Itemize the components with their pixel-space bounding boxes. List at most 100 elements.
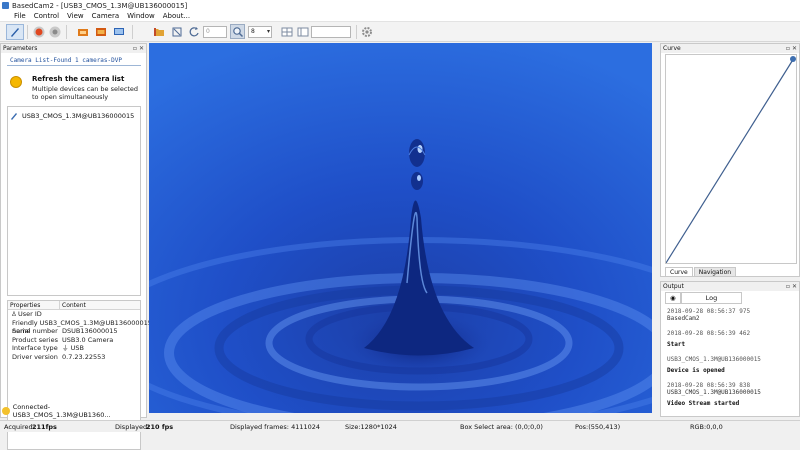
tab-curve[interactable]: Curve	[665, 267, 693, 277]
prop-value-text: USB	[70, 344, 84, 352]
tab-navigation[interactable]: Navigation	[693, 267, 737, 277]
table-row: Driver version 0.7.23.22553	[8, 353, 140, 362]
tab-log[interactable]: Log	[680, 292, 743, 304]
prop-key: Driver version	[12, 352, 58, 361]
table-row: Interface type ⏚ USB	[8, 344, 140, 353]
refresh-warning-icon	[10, 76, 22, 88]
user-icon: ♙	[11, 310, 17, 318]
status-bar: Acquired: 211fps Displayed: 210 fps Disp…	[0, 420, 800, 432]
folder-icon[interactable]	[152, 25, 165, 38]
video-icon[interactable]	[94, 25, 107, 38]
properties-header: Properties Content	[8, 301, 140, 310]
menu-control[interactable]: Control	[30, 12, 63, 20]
close-icon[interactable]: ✕	[139, 44, 144, 53]
input-box[interactable]	[311, 26, 351, 38]
prop-value: USB3.0 Camera	[62, 335, 114, 344]
acquired-value: 211fps	[32, 423, 57, 431]
restore-icon[interactable]: ▫	[133, 44, 137, 53]
connection-status: Connected-USB3_CMOS_1.3M@UB1360...	[2, 403, 144, 419]
refresh-title: Refresh the camera list	[32, 75, 125, 83]
log-message: Start	[667, 341, 686, 348]
prop-value: ⏚ USB	[60, 344, 84, 353]
usb-icon: ⏚	[62, 344, 71, 352]
record-icon[interactable]	[32, 25, 45, 38]
zoom-combo[interactable]: 8 ▾	[248, 26, 272, 38]
restore-icon[interactable]: ▫	[786, 282, 790, 291]
prop-value	[60, 310, 62, 319]
output-log: 2018-09-28 08:56:37 975 BasedCam2 2018-0…	[665, 306, 797, 414]
curve-graph[interactable]	[665, 54, 797, 264]
connected-icon	[2, 407, 10, 415]
displayed-frames: Displayed frames: 4111024	[230, 423, 321, 431]
table-row: Friendly name USB3_CMOS_1.3M@UB136000015	[8, 318, 152, 336]
prop-value: 0.7.23.22553	[62, 352, 106, 361]
zoom-icon[interactable]	[230, 24, 245, 39]
layout-icon[interactable]	[296, 25, 309, 38]
menu-file[interactable]: File	[2, 12, 30, 20]
chevron-down-icon[interactable]: ▾	[267, 27, 270, 37]
menu-bar: File Control View Camera Window About...	[0, 11, 800, 22]
curve-line	[665, 56, 796, 264]
refresh-description: Multiple devices can be selected to open…	[32, 85, 139, 101]
col-properties: Properties	[8, 301, 60, 309]
rotation-spinbox[interactable]: 0	[203, 26, 227, 38]
zoom-combo-value: 8	[251, 28, 255, 35]
log-entry: 2018-09-28 08:56:37 975 BasedCam2	[667, 308, 795, 322]
refresh-icon[interactable]	[187, 25, 200, 38]
camera-list-title: Camera List-Found 1 cameras-DVP	[7, 56, 141, 66]
menu-about[interactable]: About...	[159, 12, 194, 20]
refresh-camera-list[interactable]: Refresh the camera list Multiple devices…	[7, 74, 141, 104]
prop-value: USB3_CMOS_1.3M@UB136000015	[39, 318, 152, 327]
curve-title: Curve	[663, 45, 681, 52]
menu-window[interactable]: Window	[123, 12, 159, 20]
log-timestamp: 2018-09-28 08:56:39 838	[667, 382, 751, 389]
prop-key: User ID	[18, 310, 42, 318]
prop-key: Friendly name	[12, 318, 38, 336]
device-list: USB3_CMOS_1.3M@UB136000015	[7, 106, 141, 296]
window-title: BasedCam2 - [USB3_CMOS_1.3M@UB136000015]	[12, 1, 188, 10]
log-entry: USB3_CMOS_1.3M@UB136000015 Device is ope…	[667, 356, 795, 374]
menu-camera[interactable]: Camera	[88, 12, 123, 20]
camera-viewport[interactable]	[149, 43, 652, 413]
displayed-value: 210 fps	[146, 423, 174, 431]
stop-icon[interactable]	[48, 25, 61, 38]
output-tabs: ◉ Log	[665, 292, 743, 304]
snapshot-icon[interactable]	[76, 25, 89, 38]
log-message: Video Stream started	[667, 400, 740, 407]
log-message: Device is opened	[667, 367, 725, 374]
log-timestamp: 2018-09-28 08:56:37 975	[667, 308, 751, 315]
box-select-area: Box Select area: (0,0;0,0)	[460, 423, 543, 431]
monitor-icon[interactable]	[112, 25, 125, 38]
output-title: Output	[663, 283, 684, 290]
parameters-header: Parameters ▫ ✕	[1, 44, 146, 53]
frame-size: Size:1280*1024	[345, 423, 397, 431]
connection-text: Connected-USB3_CMOS_1.3M@UB1360...	[12, 403, 111, 419]
device-name: USB3_CMOS_1.3M@UB136000015	[22, 111, 135, 120]
curve-panel: Curve ▫ ✕ Curve Navigation	[660, 43, 800, 277]
prop-key: Interface type	[12, 344, 58, 352]
prop-value: DSUB136000015	[62, 327, 118, 335]
close-icon[interactable]: ✕	[792, 44, 797, 53]
col-content: Content	[62, 302, 86, 309]
log-entry: 2018-09-28 08:56:39 838 USB3_CMOS_1.3M@U…	[667, 382, 795, 407]
log-timestamp: USB3_CMOS_1.3M@UB136000015	[667, 356, 761, 363]
list-item[interactable]: USB3_CMOS_1.3M@UB136000015	[10, 111, 138, 120]
table-row: ♙ User ID	[8, 310, 140, 319]
restore-icon[interactable]: ▫	[786, 44, 790, 53]
log-timestamp: 2018-09-28 08:56:39 462	[667, 330, 751, 337]
table-row: Product series USB3.0 Camera	[8, 336, 140, 345]
table-row: Serial number DSUB136000015	[8, 327, 140, 336]
close-icon[interactable]: ✕	[792, 282, 797, 291]
cursor-position: Pos:(550,413)	[575, 423, 621, 431]
rotate-icon[interactable]	[170, 25, 183, 38]
curve-header: Curve ▫ ✕	[661, 44, 799, 53]
grid-icon[interactable]	[280, 25, 293, 38]
menu-view[interactable]: View	[63, 12, 88, 20]
curve-handle-icon[interactable]	[790, 56, 796, 62]
water-drop-image	[149, 43, 652, 413]
pen-icon[interactable]	[6, 24, 24, 40]
log-entry: 2018-09-28 08:56:39 462 Start	[667, 330, 795, 348]
settings-icon[interactable]	[360, 25, 373, 38]
app-icon	[2, 2, 9, 9]
log-settings-icon[interactable]: ◉	[665, 292, 681, 304]
